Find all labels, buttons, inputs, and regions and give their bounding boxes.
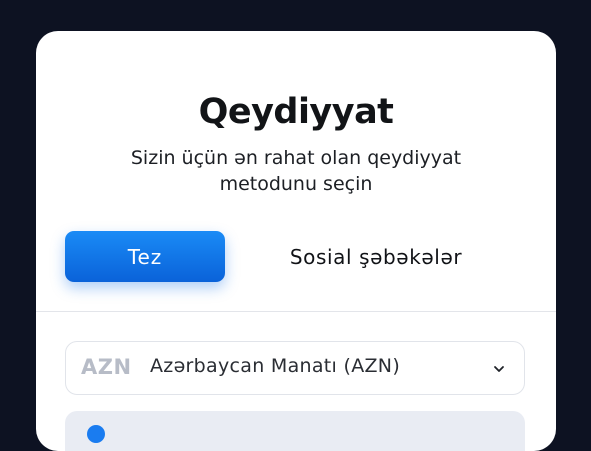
currency-select[interactable]: AZN Azərbaycan Manatı (AZN): [65, 341, 525, 395]
tab-quick[interactable]: Tez: [65, 231, 225, 282]
divider: [36, 311, 556, 312]
currency-code: AZN: [81, 355, 132, 379]
chevron-down-icon: [494, 366, 504, 372]
option-field[interactable]: [65, 411, 525, 451]
page-subtitle: Sizin üçün ən rahat olan qeydiyyat metod…: [130, 147, 462, 195]
currency-name: Azərbaycan Manatı (AZN): [150, 355, 401, 377]
page-title: Qeydiyyat: [198, 92, 394, 132]
tab-social-networks[interactable]: Sosial şəbəkələr: [276, 231, 476, 282]
radio-icon[interactable]: [87, 425, 105, 443]
registration-card: Qeydiyyat Sizin üçün ən rahat olan qeydi…: [36, 31, 556, 451]
